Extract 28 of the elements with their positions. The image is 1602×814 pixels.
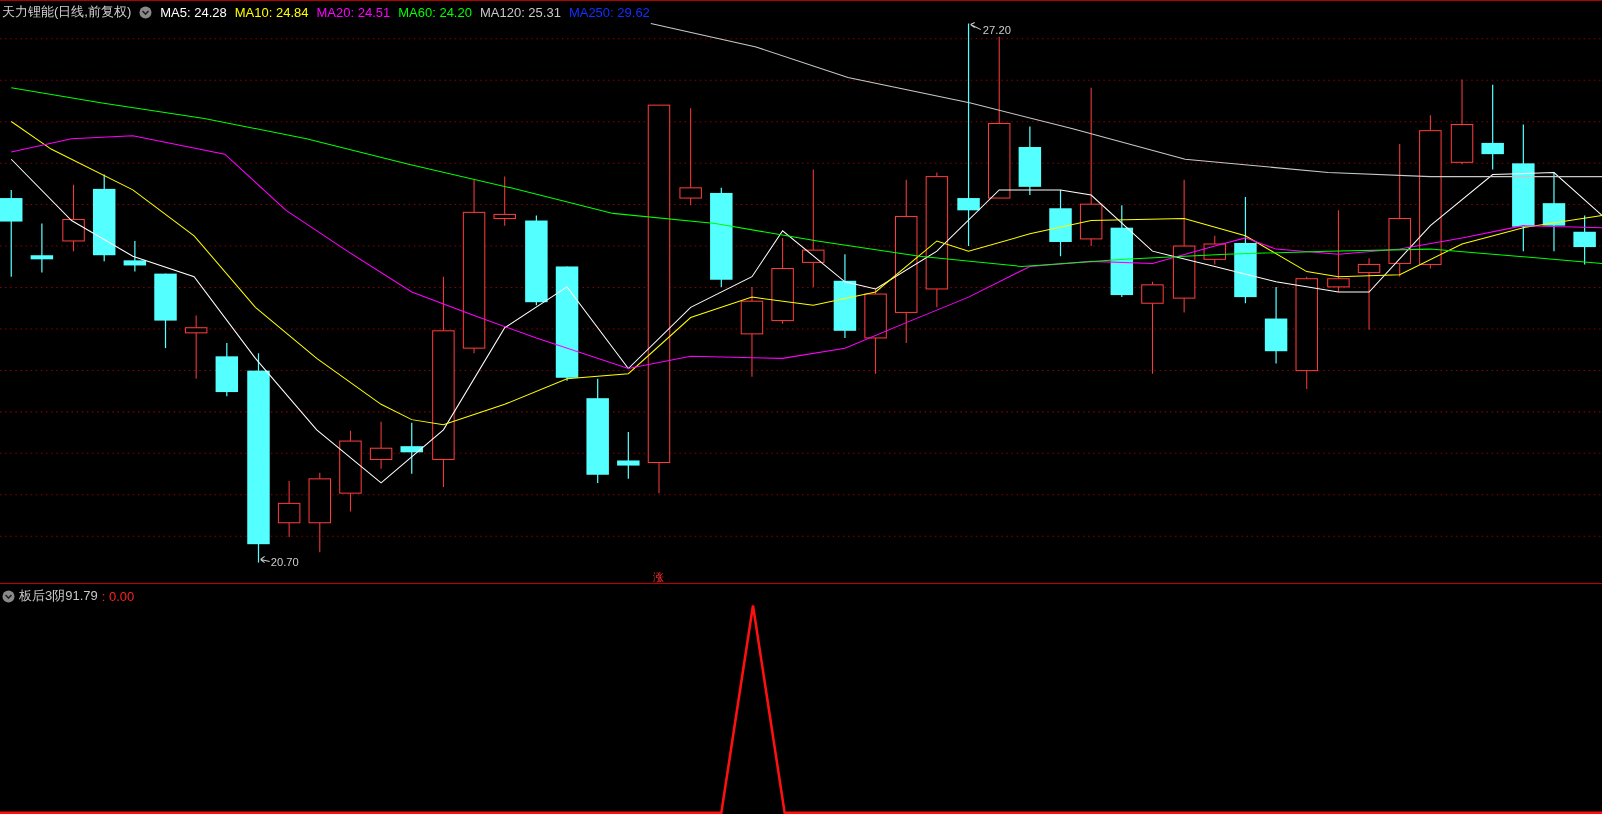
candlestick	[277, 480, 301, 538]
dropdown-icon[interactable]	[2, 589, 15, 603]
moving-average-value: MA120: 25.31	[479, 4, 561, 20]
moving-average-value: MA10: 24.84	[234, 4, 309, 20]
high-price-annotation: 27.20	[970, 21, 1011, 36]
candlestick	[123, 240, 147, 273]
candlestick	[369, 421, 393, 470]
candlestick	[184, 314, 208, 380]
candlestick	[1203, 235, 1226, 265]
candlestick	[62, 184, 85, 252]
candlestick	[30, 222, 54, 274]
candlestick	[400, 422, 423, 475]
candlestick	[1573, 214, 1596, 266]
low-price-annotation: 20.70	[260, 555, 299, 568]
chart-title: 天力锂能(日线,前复权)	[2, 3, 132, 21]
candlestick	[493, 176, 516, 227]
indicator-value: : 0.00	[101, 588, 135, 604]
candlestick	[1018, 125, 1042, 196]
moving-average-value: MA250: 29.62	[568, 4, 650, 20]
moving-average-value: MA60: 24.20	[398, 4, 472, 20]
limit-up-marker: 涨	[653, 570, 665, 583]
indicator-name: 板后3阴91.79	[19, 587, 98, 605]
candlestick	[617, 431, 640, 480]
moving-average-value: MA20: 24.51	[316, 4, 391, 20]
moving-average-value: MA5: 24.28	[160, 4, 227, 20]
dropdown-icon[interactable]	[139, 5, 153, 19]
candlestick	[1049, 189, 1072, 257]
candlestick	[215, 342, 239, 397]
